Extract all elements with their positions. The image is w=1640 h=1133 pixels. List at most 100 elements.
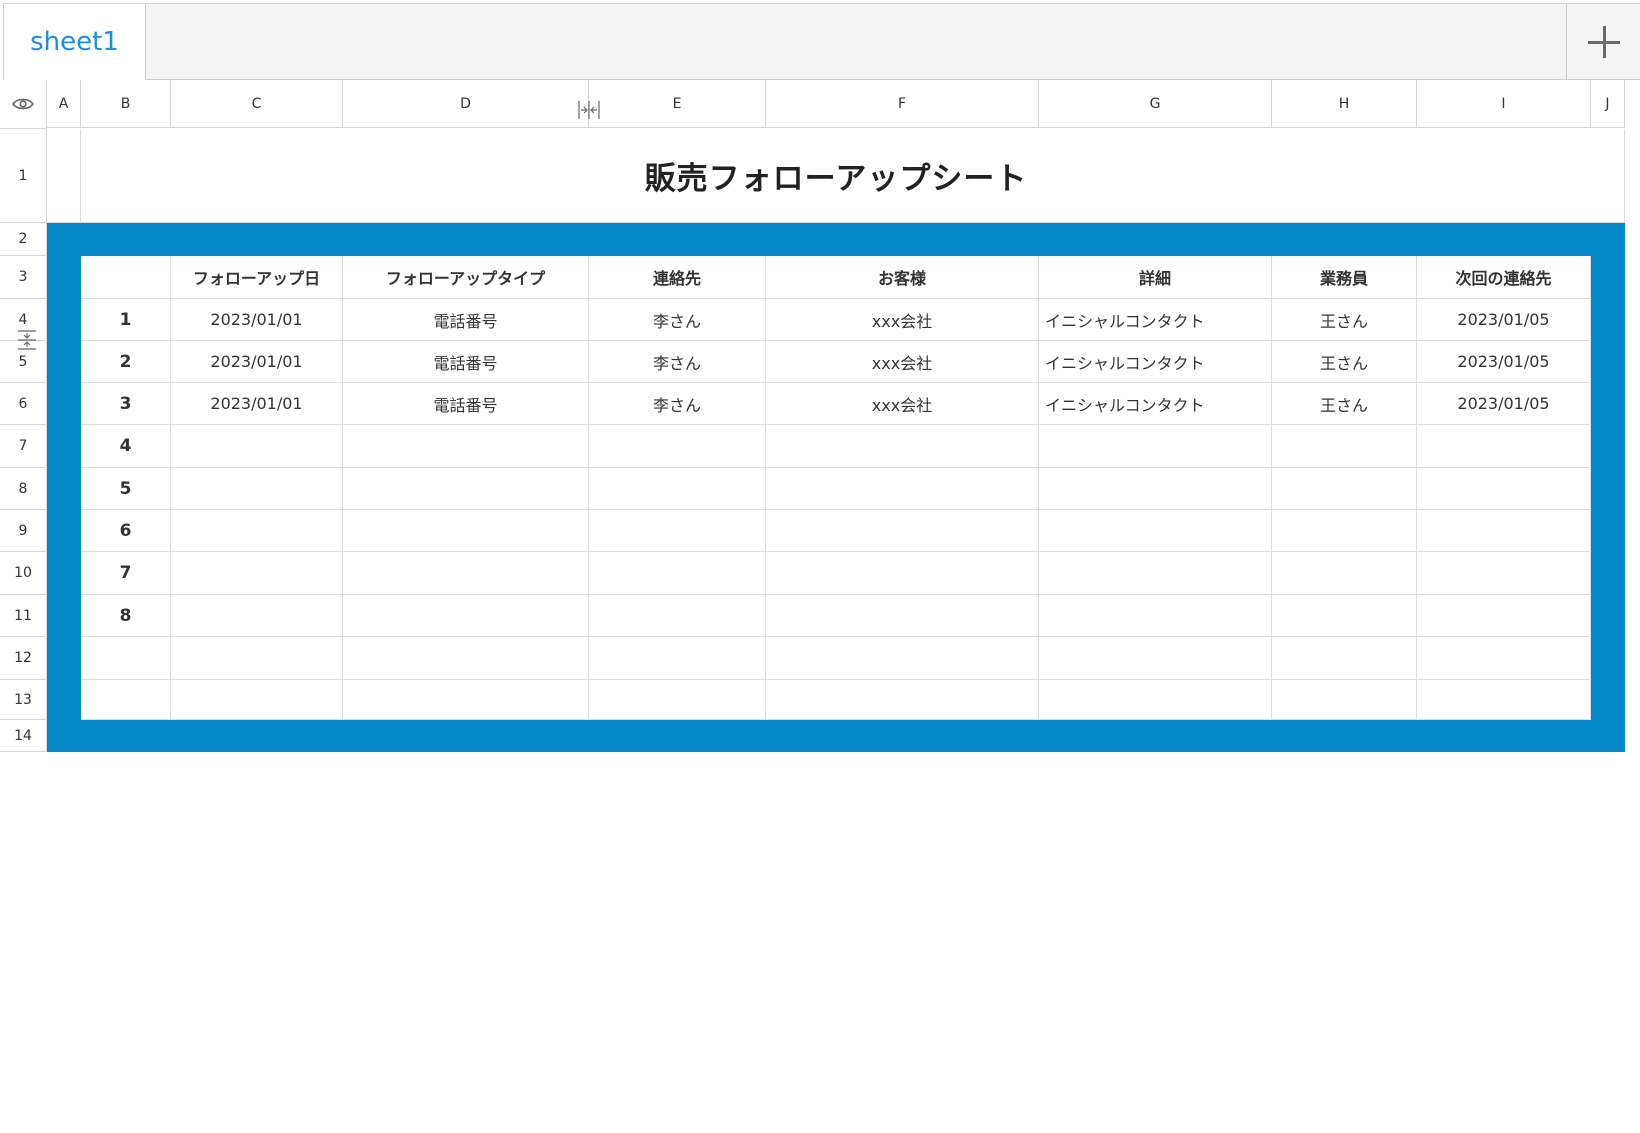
table-cell-empty[interactable] (171, 680, 343, 720)
table-cell-empty[interactable] (171, 552, 343, 595)
table-row-index[interactable]: 6 (81, 510, 171, 552)
table-cell-customer[interactable]: xxx会社 (766, 383, 1039, 425)
table-cell-empty[interactable] (1417, 425, 1591, 468)
table-cell-empty[interactable] (1272, 510, 1417, 552)
table-header-next-contact[interactable]: 次回の連絡先 (1417, 256, 1591, 299)
table-cell-next-contact[interactable]: 2023/01/05 (1417, 383, 1591, 425)
table-cell-customer[interactable]: xxx会社 (766, 299, 1039, 341)
table-cell-type[interactable]: 電話番号 (343, 299, 589, 341)
table-cell-empty[interactable] (1417, 680, 1591, 720)
tab-sheet1[interactable]: sheet1 (3, 4, 146, 80)
table-cell-type[interactable]: 電話番号 (343, 383, 589, 425)
table-header-customer[interactable]: お客様 (766, 256, 1039, 299)
table-cell-empty[interactable] (1417, 468, 1591, 510)
table-cell-empty[interactable] (589, 680, 766, 720)
row-header-8[interactable]: 8 (0, 468, 47, 510)
table-cell-empty[interactable] (1039, 425, 1272, 468)
table-row-index[interactable]: 5 (81, 468, 171, 510)
row-header-12[interactable]: 12 (0, 637, 47, 680)
table-cell-empty[interactable] (343, 637, 589, 680)
table-cell-empty[interactable] (1417, 637, 1591, 680)
table-cell-empty[interactable] (1272, 468, 1417, 510)
table-cell-empty[interactable] (343, 595, 589, 637)
table-header-followup-type[interactable]: フォローアップタイプ (343, 256, 589, 299)
column-header-f[interactable]: F (766, 80, 1039, 128)
table-cell-customer[interactable]: xxx会社 (766, 341, 1039, 383)
row-header-2[interactable]: 2 (0, 223, 47, 256)
table-cell-empty[interactable] (1417, 595, 1591, 637)
table-header-details[interactable]: 詳細 (1039, 256, 1272, 299)
row-header-13[interactable]: 13 (0, 680, 47, 720)
column-header-e[interactable]: E (589, 80, 766, 128)
table-cell-empty[interactable] (343, 680, 589, 720)
table-header-index[interactable] (81, 256, 171, 299)
table-cell-empty[interactable] (1039, 510, 1272, 552)
row-header-3[interactable]: 3 (0, 256, 47, 299)
row-header-6[interactable]: 6 (0, 383, 47, 425)
table-header-followup-date[interactable]: フォローアップ日 (171, 256, 343, 299)
table-cell-empty[interactable] (1272, 680, 1417, 720)
table-cell-empty[interactable] (589, 552, 766, 595)
sheet-title[interactable]: 販売フォローアップシート (81, 129, 1591, 223)
table-cell-details[interactable]: イニシャルコンタクト (1039, 341, 1272, 383)
table-cell-empty[interactable] (1272, 425, 1417, 468)
row-header-10[interactable]: 10 (0, 552, 47, 595)
table-cell-empty[interactable] (343, 425, 589, 468)
table-cell-empty[interactable] (343, 510, 589, 552)
table-cell-empty[interactable] (1039, 552, 1272, 595)
table-cell-details[interactable]: イニシャルコンタクト (1039, 299, 1272, 341)
table-cell-staff[interactable]: 王さん (1272, 383, 1417, 425)
table-cell-empty[interactable] (766, 468, 1039, 510)
table-cell-contact[interactable]: 李さん (589, 341, 766, 383)
table-cell-empty[interactable] (589, 468, 766, 510)
table-cell-empty[interactable] (1039, 595, 1272, 637)
cell-a1[interactable] (47, 129, 81, 223)
table-cell-empty[interactable] (766, 595, 1039, 637)
table-cell-empty[interactable] (589, 637, 766, 680)
table-row-index[interactable]: 7 (81, 552, 171, 595)
table-cell-empty[interactable] (1272, 637, 1417, 680)
table-cell-empty[interactable] (171, 595, 343, 637)
table-cell-empty[interactable] (1417, 552, 1591, 595)
table-row-index[interactable] (81, 637, 171, 680)
cell-j1[interactable] (1591, 129, 1625, 223)
table-cell-empty[interactable] (1417, 510, 1591, 552)
table-cell-empty[interactable] (766, 425, 1039, 468)
table-cell-next-contact[interactable]: 2023/01/05 (1417, 299, 1591, 341)
table-cell-empty[interactable] (589, 595, 766, 637)
column-header-a[interactable]: A (47, 80, 81, 128)
column-resize-handle[interactable] (578, 100, 600, 120)
table-cell-empty[interactable] (1039, 468, 1272, 510)
table-cell-empty[interactable] (171, 637, 343, 680)
table-row-index[interactable]: 4 (81, 425, 171, 468)
table-cell-date[interactable]: 2023/01/01 (171, 383, 343, 425)
table-cell-date[interactable]: 2023/01/01 (171, 299, 343, 341)
column-header-h[interactable]: H (1272, 80, 1417, 128)
table-cell-contact[interactable]: 李さん (589, 383, 766, 425)
table-cell-empty[interactable] (171, 425, 343, 468)
table-cell-empty[interactable] (589, 425, 766, 468)
column-header-i[interactable]: I (1417, 80, 1591, 128)
add-sheet-button[interactable] (1566, 4, 1640, 80)
row-header-1[interactable]: 1 (0, 129, 47, 223)
table-cell-details[interactable]: イニシャルコンタクト (1039, 383, 1272, 425)
table-cell-empty[interactable] (171, 468, 343, 510)
table-header-staff[interactable]: 業務員 (1272, 256, 1417, 299)
table-cell-empty[interactable] (766, 680, 1039, 720)
table-cell-empty[interactable] (589, 510, 766, 552)
table-cell-empty[interactable] (1272, 595, 1417, 637)
table-cell-next-contact[interactable]: 2023/01/05 (1417, 341, 1591, 383)
table-cell-empty[interactable] (1272, 552, 1417, 595)
table-cell-type[interactable]: 電話番号 (343, 341, 589, 383)
table-cell-empty[interactable] (1039, 680, 1272, 720)
table-cell-empty[interactable] (766, 552, 1039, 595)
table-row-index[interactable]: 2 (81, 341, 171, 383)
table-row-index[interactable]: 1 (81, 299, 171, 341)
table-header-contact[interactable]: 連絡先 (589, 256, 766, 299)
table-cell-empty[interactable] (171, 510, 343, 552)
table-row-index[interactable]: 3 (81, 383, 171, 425)
row-resize-handle[interactable] (17, 330, 37, 350)
column-header-g[interactable]: G (1039, 80, 1272, 128)
row-header-14[interactable]: 14 (0, 720, 47, 752)
row-header-9[interactable]: 9 (0, 510, 47, 552)
